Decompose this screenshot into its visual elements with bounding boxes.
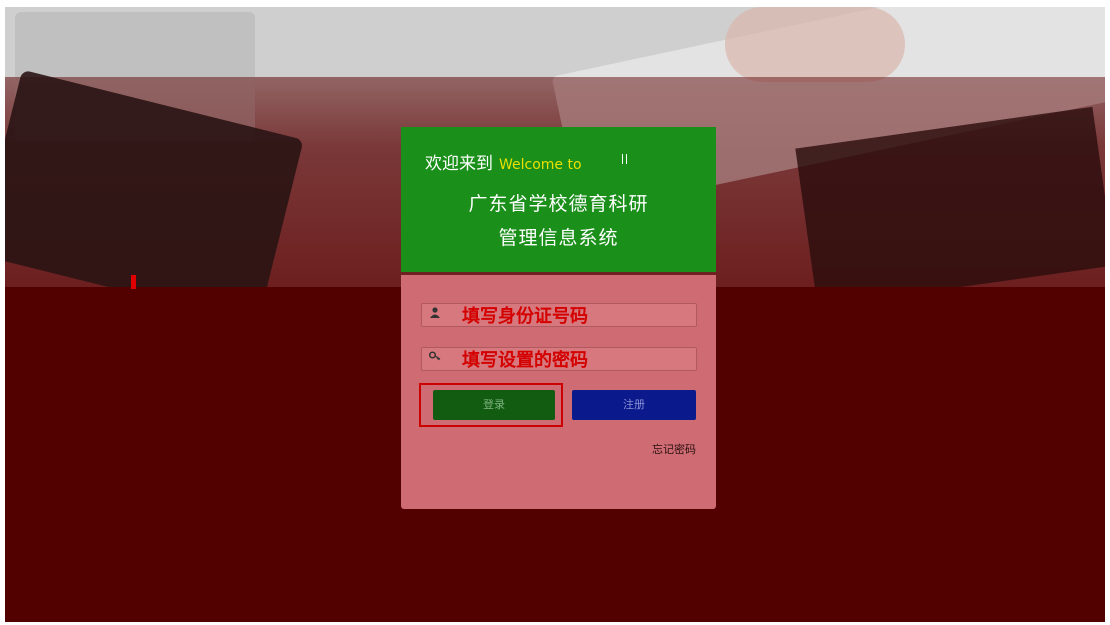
welcome-text-en: Welcome to [499, 157, 582, 173]
user-icon [428, 307, 442, 321]
login-page: 欢迎来到 Welcome to 广东省学校德育科研 管理信息系统 填写身份证号码… [5, 7, 1105, 622]
red-marker [131, 275, 136, 289]
login-header: 欢迎来到 Welcome to 广东省学校德育科研 管理信息系统 [401, 127, 716, 272]
id-number-input[interactable]: 填写身份证号码 [421, 303, 697, 327]
password-input[interactable]: 填写设置的密码 [421, 347, 697, 371]
text-cursor-icon [622, 154, 627, 164]
login-button[interactable]: 登录 [433, 390, 555, 420]
forgot-password-link[interactable]: 忘记密码 [652, 441, 696, 457]
key-icon [428, 351, 442, 365]
login-form: 填写身份证号码 填写设置的密码 登录 注册 忘记密码 [401, 275, 716, 509]
password-annotation: 填写设置的密码 [462, 350, 588, 371]
system-title-line2: 管理信息系统 [498, 227, 619, 249]
login-panel: 欢迎来到 Welcome to 广东省学校德育科研 管理信息系统 填写身份证号码… [401, 127, 716, 509]
system-title-line1: 广东省学校德育科研 [468, 193, 649, 215]
register-button[interactable]: 注册 [572, 390, 696, 420]
hand-image [725, 7, 905, 82]
welcome-text-cn: 欢迎来到 [425, 154, 493, 174]
id-number-annotation: 填写身份证号码 [462, 306, 588, 327]
welcome-row: 欢迎来到 Welcome to [425, 149, 582, 174]
